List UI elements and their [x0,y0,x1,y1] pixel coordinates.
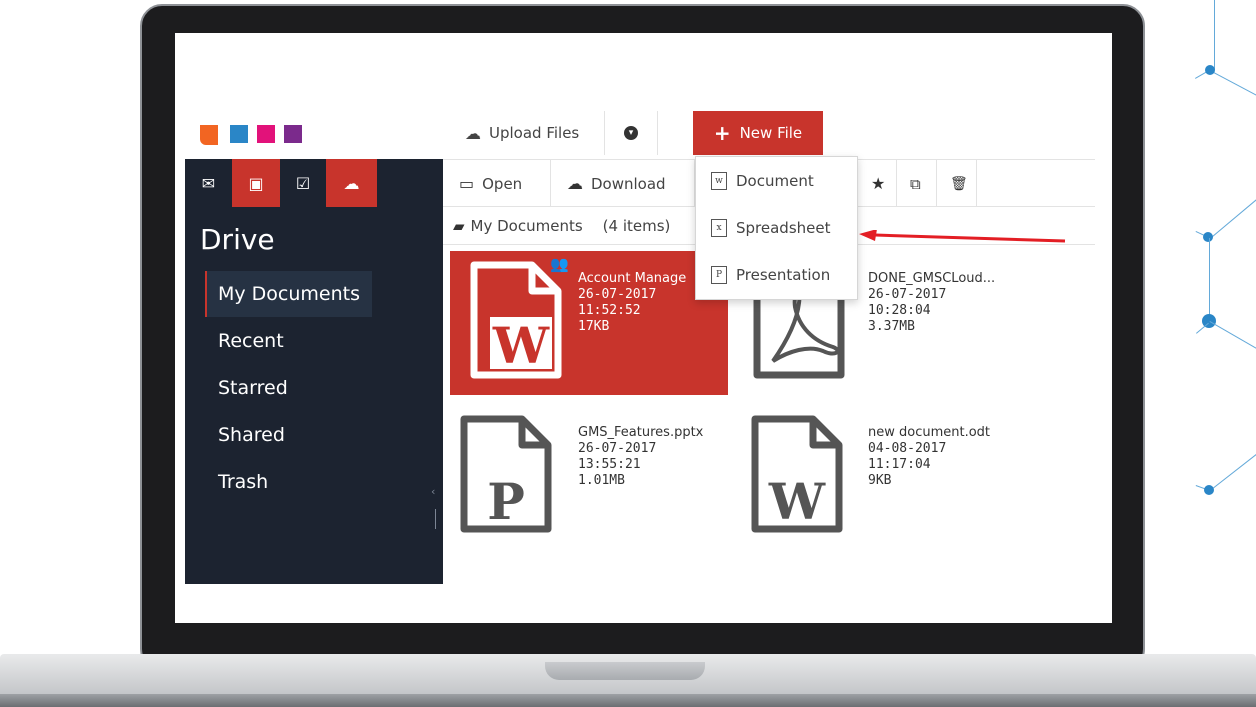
file-size: 3.37MB [868,319,915,334]
download-label: Download [591,174,666,193]
cloud-download-icon: ☁ [567,174,583,193]
file-tile[interactable]: W new document.odt 04-08-2017 11:17:04 9… [741,409,1019,553]
red-arrow-annotation [859,230,1066,243]
file-time: 11:52:52 [578,303,641,318]
mail-tab[interactable]: ✉ [185,159,232,207]
drive-tab[interactable]: ☁ [326,159,377,207]
word-doc-icon: w [711,171,727,190]
sidebar-item-trash[interactable]: Trash [205,459,268,505]
file-time: 10:28:04 [868,303,931,318]
file-size: 17KB [578,319,610,334]
menu-item-document[interactable]: w Document [696,157,857,204]
file-meta: new document.odt 04-08-2017 11:17:04 9KB [868,425,990,489]
sidebar-item-starred[interactable]: Starred [205,365,288,411]
laptop-notch [545,662,705,680]
copy-button[interactable]: ⧉ [897,160,937,207]
menu-item-presentation[interactable]: P Presentation [696,251,857,298]
svg-text:W: W [768,472,826,531]
shared-users-icon: 👥 [550,255,569,273]
app-screen: ☁ Upload Files ▾ + New File ✉ ▣ ☑ ☁ Driv… [175,33,1112,623]
word-file-icon: W [470,261,562,379]
cloud-icon: ☁ [343,173,360,193]
contacts-tab[interactable]: ▣ [232,159,280,207]
item-count: (4 items) [602,216,671,235]
menu-item-label: Spreadsheet [736,218,831,237]
calendar-check-icon: ☑ [295,173,311,193]
new-file-button[interactable]: + New File [693,111,823,155]
file-date: 26-07-2017 [578,441,657,456]
open-button[interactable]: ▭ Open [443,160,551,207]
chevron-down-circle-icon: ▾ [624,126,638,140]
file-time: 13:55:21 [578,457,641,472]
sidebar-item-recent[interactable]: Recent [205,318,284,364]
copy-icon: ⧉ [910,174,921,193]
calendar-tab[interactable]: ☑ [280,159,326,207]
file-name: new document.odt [868,425,991,440]
address-book-icon: ▣ [248,173,264,193]
menu-item-spreadsheet[interactable]: x Spreadsheet [696,204,857,251]
trash-icon: 🗑 [950,175,968,192]
upload-options-button[interactable]: ▾ [605,111,658,155]
sidebar-item-shared[interactable]: Shared [205,412,285,458]
file-meta: GMS_Features.pptx 26-07-2017 13:55:21 1.… [578,425,703,489]
svg-text:P: P [487,472,525,531]
new-file-label: New File [739,124,803,142]
delete-button[interactable]: 🗑 [937,160,977,207]
envelope-icon: ✉ [201,173,216,193]
sidebar-item-my-documents[interactable]: My Documents [205,271,372,317]
file-tile[interactable]: W 👥 Account Manage 26-07-2017 11:52:52 1… [450,251,728,395]
download-button[interactable]: ☁ Download [551,160,695,207]
menu-item-label: Presentation [736,265,831,284]
presentation-doc-icon: P [711,265,727,284]
svg-text:W: W [492,316,550,375]
window-icon: ▭ [459,174,475,193]
file-tile[interactable]: P GMS_Features.pptx 26-07-2017 13:55:21 … [450,409,728,553]
cloud-upload-icon: ☁ [465,123,481,143]
file-date: 04-08-2017 [868,441,947,456]
sidebar: ✉ ▣ ☑ ☁ Drive My Documents Recent Starre… [185,159,443,584]
open-label: Open [482,174,523,193]
file-meta: DONE_GMSCLoud... 26-07-2017 10:28:04 3.3… [868,271,995,335]
new-file-menu: w Document x Spreadsheet P Presentation [695,156,858,300]
laptop-base-edge [0,694,1256,707]
upload-files-button[interactable]: ☁ Upload Files [450,111,605,155]
file-date: 26-07-2017 [868,287,947,302]
menu-item-label: Document [736,171,814,190]
spreadsheet-doc-icon: x [711,218,727,237]
file-size: 9KB [868,473,892,488]
sidebar-resize-handle[interactable] [435,509,436,529]
file-size: 1.01MB [578,473,625,488]
star-icon: ★ [871,174,886,193]
file-time: 11:17:04 [868,457,931,472]
current-folder[interactable]: My Documents [471,217,583,235]
plus-icon: + [713,121,731,145]
file-name: DONE_GMSCLoud... [868,271,996,286]
upload-files-label: Upload Files [489,124,580,142]
star-button[interactable]: ★ [857,160,897,207]
powerpoint-file-icon: P [460,415,552,533]
sidebar-title: Drive [200,223,275,256]
collapse-sidebar-icon[interactable]: ‹ [431,485,435,498]
folder-open-icon: ▰ [453,216,465,235]
file-name: GMS_Features.pptx [578,425,704,440]
document-file-icon: W [751,415,843,533]
